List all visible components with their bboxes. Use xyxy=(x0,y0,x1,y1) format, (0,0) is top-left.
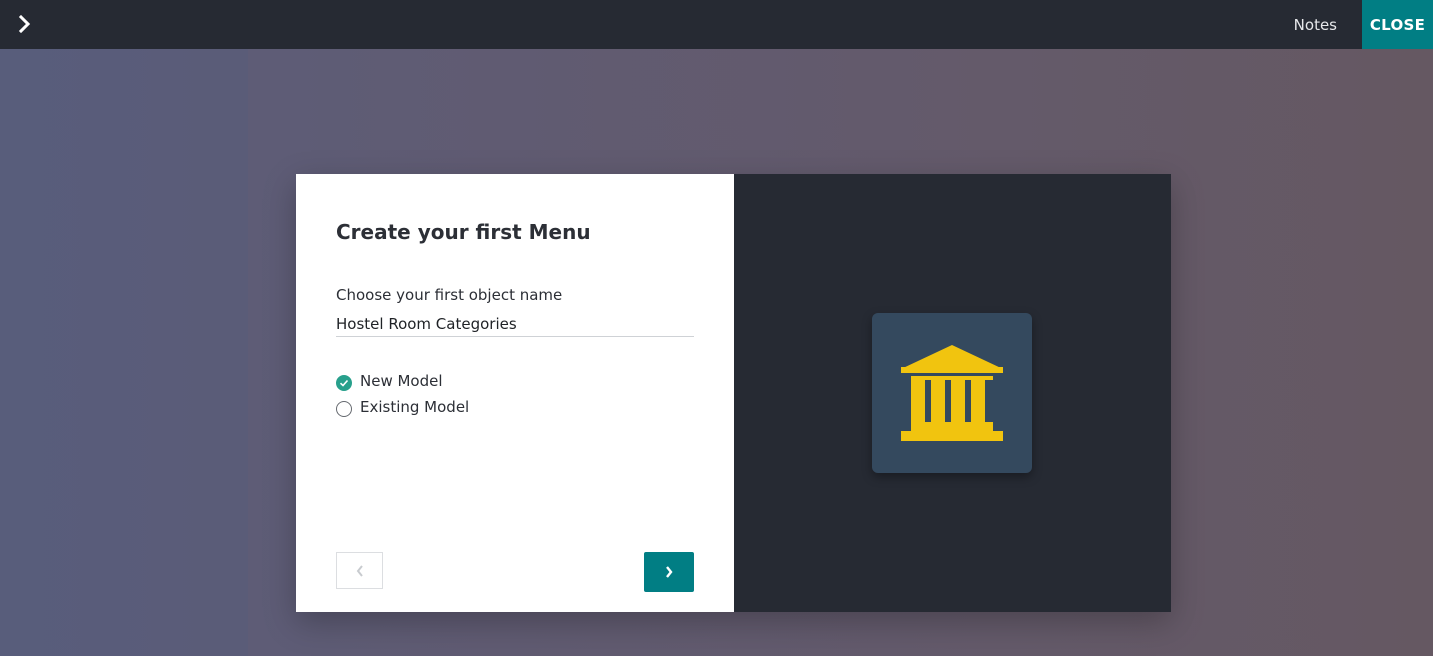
top-bar: Notes CLOSE xyxy=(0,0,1433,49)
notes-button[interactable]: Notes xyxy=(1294,0,1337,49)
previous-button[interactable] xyxy=(336,552,383,589)
dialog-preview-pane xyxy=(734,174,1171,612)
object-name-input[interactable] xyxy=(336,311,694,337)
new-model-radio[interactable] xyxy=(336,375,352,391)
existing-model-option[interactable]: Existing Model xyxy=(336,396,469,417)
new-model-option[interactable]: New Model xyxy=(336,370,443,391)
object-name-label: Choose your first object name xyxy=(336,286,563,304)
background-shade xyxy=(0,49,248,656)
checkmark-icon xyxy=(339,379,349,387)
close-button[interactable]: CLOSE xyxy=(1362,0,1433,49)
new-model-label: New Model xyxy=(360,371,443,390)
create-menu-dialog: Create your first Menu Choose your first… xyxy=(296,174,1171,612)
chevron-left-icon xyxy=(356,564,363,577)
existing-model-label: Existing Model xyxy=(360,397,470,416)
existing-model-radio[interactable] xyxy=(336,401,352,417)
app-icon-preview xyxy=(872,313,1032,473)
chevron-right-icon xyxy=(18,15,31,33)
dialog-title: Create your first Menu xyxy=(336,220,591,244)
dialog-form-pane: Create your first Menu Choose your first… xyxy=(296,174,734,612)
next-button[interactable] xyxy=(644,552,694,592)
bank-icon xyxy=(901,345,1003,441)
chevron-right-icon xyxy=(666,566,673,578)
toggle-sidebar-button[interactable] xyxy=(10,9,40,39)
